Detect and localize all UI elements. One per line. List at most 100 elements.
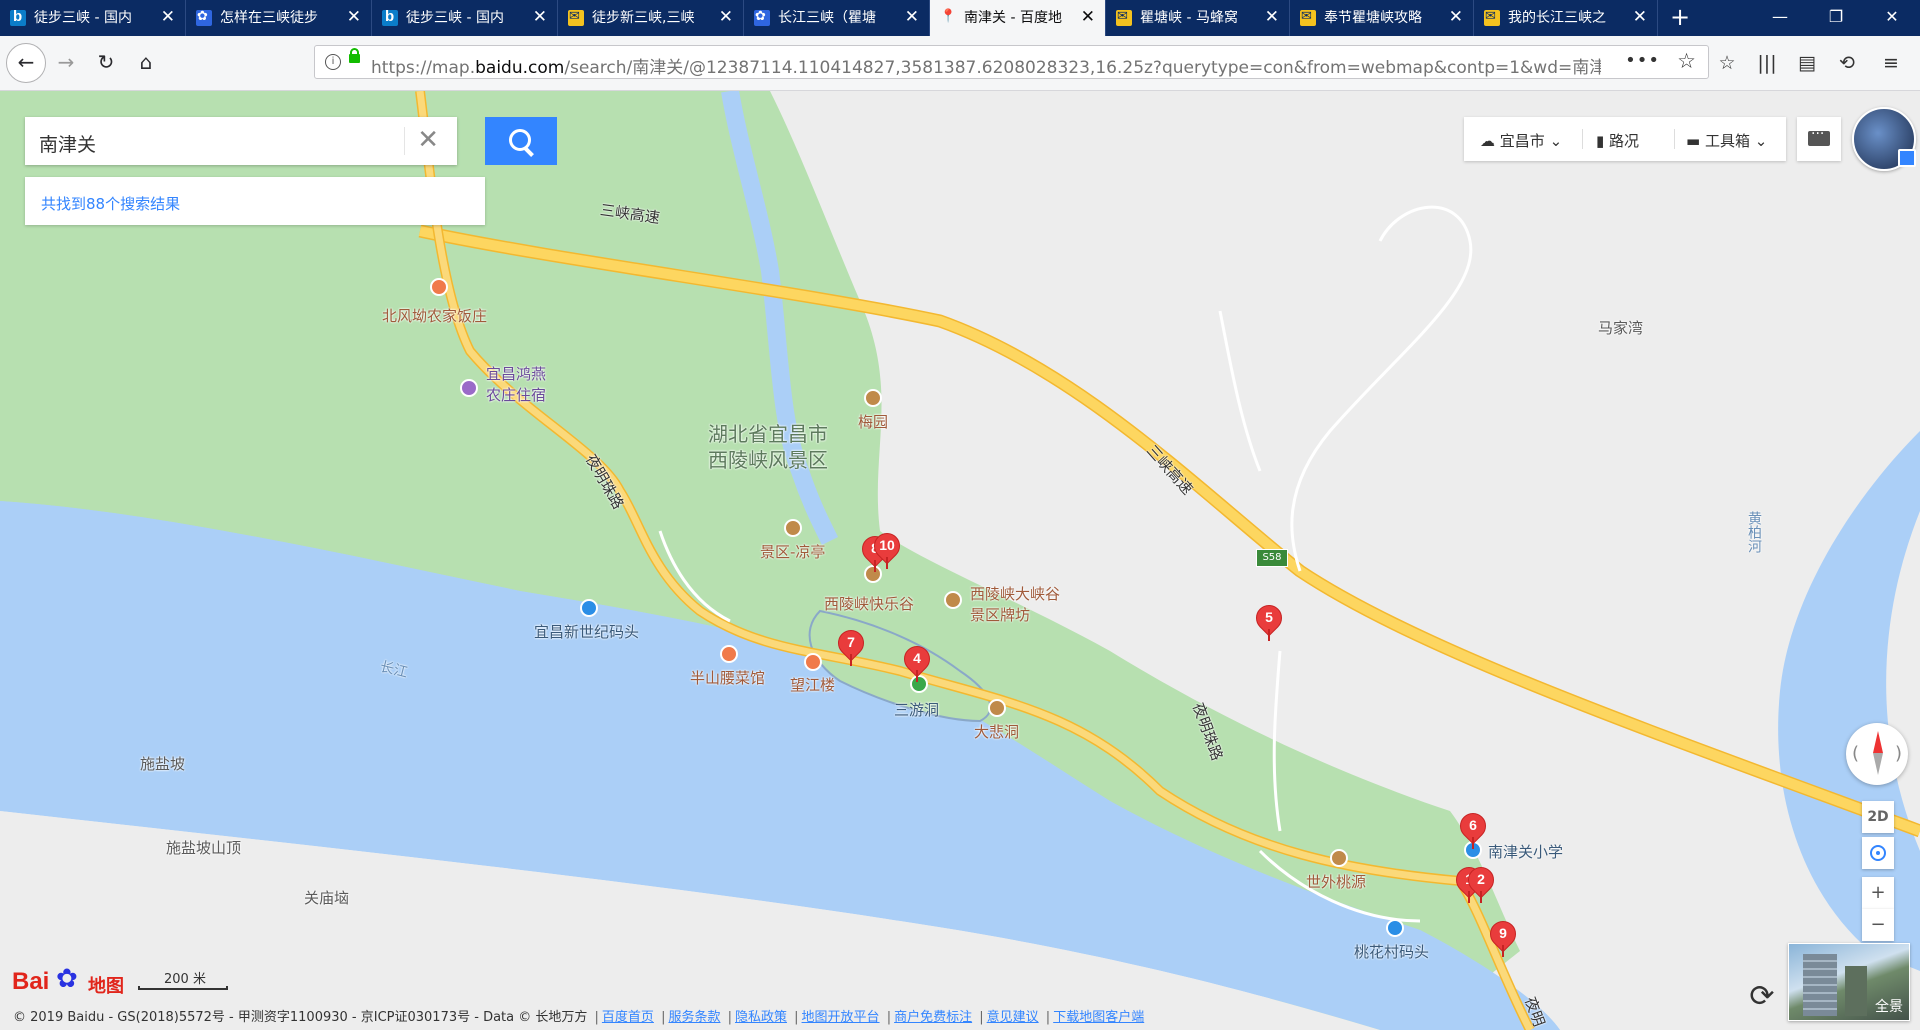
back-button[interactable]: ←	[6, 43, 46, 83]
footer-link-merchant[interactable]: 商户免费标注	[894, 1010, 972, 1025]
poi-label[interactable]: 三游洞	[894, 699, 939, 720]
close-tab-icon[interactable]: ✕	[161, 8, 175, 26]
rotate-left-icon[interactable]: (	[1852, 743, 1859, 764]
tab-5[interactable]: 长江三峡（瞿塘 ✕	[744, 0, 930, 36]
footer-link-privacy[interactable]: 隐私政策	[735, 1010, 787, 1025]
footer-link-feedback[interactable]: 意见建议	[987, 1010, 1039, 1025]
url-domain: baidu.com	[475, 58, 565, 78]
restaurant-icon[interactable]	[430, 278, 448, 296]
poi-label[interactable]: 西陵峡快乐谷	[824, 593, 914, 614]
search-query[interactable]: 南津关	[39, 130, 96, 157]
poi-label[interactable]: 景区-凉亭	[760, 541, 825, 562]
tab-8[interactable]: 奉节瞿塘峡攻略 ✕	[1290, 0, 1474, 36]
result-marker[interactable]: 4	[898, 640, 936, 682]
footer-link-open-platform[interactable]: 地图开放平台	[802, 1010, 880, 1025]
poi-label[interactable]: 世外桃源	[1306, 871, 1366, 892]
tab-3[interactable]: 徒步三峡 - 国内 ✕	[372, 0, 558, 36]
close-tab-icon[interactable]: ✕	[347, 8, 361, 26]
close-tab-icon[interactable]: ✕	[905, 8, 919, 26]
poi-label[interactable]: 大悲洞	[974, 721, 1019, 742]
scenic-spot-icon[interactable]	[1330, 849, 1348, 867]
search-button[interactable]	[485, 117, 557, 165]
new-tab-button[interactable]: +	[1662, 0, 1698, 36]
extension-icon[interactable]: ⟲	[1832, 48, 1862, 78]
rotate-right-icon[interactable]: )	[1895, 743, 1902, 764]
restaurant-icon[interactable]	[804, 653, 822, 671]
scenic-spot-icon[interactable]	[944, 591, 962, 609]
tab-2[interactable]: 怎样在三峡徒步 ✕	[186, 0, 372, 36]
close-tab-icon[interactable]: ✕	[1081, 8, 1095, 26]
poi-label[interactable]: 宜昌鸿燕 农庄住宿	[486, 363, 546, 405]
result-marker[interactable]: 5	[1250, 599, 1288, 641]
poi-label[interactable]: 望江楼	[790, 674, 835, 695]
restaurant-icon[interactable]	[720, 645, 738, 663]
message-button[interactable]	[1797, 117, 1841, 161]
poi-label[interactable]: 宜昌新世纪码头	[534, 621, 639, 642]
result-marker[interactable]: 9	[1484, 915, 1522, 957]
address-bar[interactable]: i https://map.baidu.com/search/南津关/@1238…	[314, 45, 1709, 79]
zoom-out-button[interactable]: −	[1862, 909, 1894, 941]
result-summary[interactable]: 共找到88个搜索结果	[25, 177, 485, 225]
footer-link-download[interactable]: 下载地图客户端	[1053, 1010, 1144, 1025]
close-tab-icon[interactable]: ✕	[1265, 8, 1279, 26]
refresh-icon[interactable]: ⟳	[1744, 979, 1780, 1015]
result-marker[interactable]: 6	[1454, 807, 1492, 849]
baidu-map-logo[interactable]: Bai ✿ 地图	[12, 964, 124, 998]
poi-label[interactable]: 半山腰菜馆	[690, 667, 765, 688]
close-tab-icon[interactable]: ✕	[1449, 8, 1463, 26]
poi-line: 西陵峡大峡谷	[970, 585, 1061, 603]
city-selector[interactable]: ☁ 宜昌市 ⌄	[1480, 130, 1562, 151]
scenic-spot-icon[interactable]	[784, 519, 802, 537]
home-button[interactable]: ⌂	[128, 44, 164, 80]
info-icon[interactable]: i	[325, 54, 341, 70]
avatar[interactable]	[1852, 107, 1916, 171]
tab-1[interactable]: 徒步三峡 - 国内 ✕	[0, 0, 186, 36]
url-text[interactable]: https://map.baidu.com/search/南津关/@123871…	[371, 53, 1601, 78]
result-count-text[interactable]: 共找到88个搜索结果	[41, 193, 180, 214]
poi-label[interactable]: 桃花村码头	[1354, 941, 1429, 962]
result-marker[interactable]: 10	[868, 527, 906, 569]
scenic-spot-icon[interactable]	[988, 699, 1006, 717]
2d-toggle-button[interactable]: 2D	[1862, 801, 1894, 833]
minimize-button[interactable]: —	[1752, 0, 1808, 36]
poi-label[interactable]: 北风坳农家饭庄	[382, 305, 487, 326]
poi-label[interactable]: 梅园	[858, 411, 888, 432]
close-tab-icon[interactable]: ✕	[719, 8, 733, 26]
footer-link-home[interactable]: 百度首页	[602, 1010, 654, 1025]
hotel-icon[interactable]	[460, 379, 478, 397]
tab-7[interactable]: 瞿塘峡 - 马蜂窝 ✕	[1106, 0, 1290, 36]
panorama-thumbnail[interactable]: 全景	[1788, 943, 1910, 1021]
scenic-spot-icon[interactable]	[864, 389, 882, 407]
traffic-toggle[interactable]: ▮ 路况	[1596, 130, 1639, 151]
clear-icon[interactable]: ✕	[417, 126, 439, 154]
sidebar-icon[interactable]: ▤	[1792, 48, 1822, 78]
lock-icon[interactable]	[349, 48, 360, 63]
map-canvas[interactable]: 三峡高速 三峡高速 夜明珠路 夜明珠路 夜明 湖北省宜昌市 西陵峡风景区 北风坳…	[0, 91, 1920, 1030]
reload-button[interactable]: ↻	[88, 44, 124, 80]
restore-button[interactable]: ❐	[1808, 0, 1864, 36]
tab-6-active[interactable]: 南津关 - 百度地 ✕	[930, 0, 1106, 36]
menu-icon[interactable]: ≡	[1876, 48, 1906, 78]
zoom-in-button[interactable]: +	[1862, 877, 1894, 909]
forward-button[interactable]: →	[48, 44, 84, 80]
search-input[interactable]: 南津关 ✕	[25, 117, 457, 165]
page-actions-icon[interactable]: •••	[1625, 50, 1660, 71]
close-tab-icon[interactable]: ✕	[533, 8, 547, 26]
result-marker[interactable]: 7	[832, 624, 870, 666]
close-window-button[interactable]: ✕	[1864, 0, 1920, 36]
result-marker[interactable]: 2	[1462, 861, 1500, 903]
close-tab-icon[interactable]: ✕	[1633, 8, 1647, 26]
footer-link-terms[interactable]: 服务条款	[668, 1010, 720, 1025]
bookmark-star-icon[interactable]: ☆	[1677, 49, 1696, 73]
compass-control[interactable]: ( )	[1846, 723, 1908, 785]
library-icon[interactable]: |||	[1752, 48, 1782, 78]
port-icon[interactable]	[580, 599, 598, 617]
tab-9[interactable]: 我的长江三峡之 ✕	[1474, 0, 1658, 36]
tab-4[interactable]: 徒步新三峡,三峡 ✕	[558, 0, 744, 36]
toolbox-menu[interactable]: ▬ 工具箱 ⌄	[1686, 130, 1767, 151]
locate-button[interactable]	[1862, 837, 1894, 869]
port-icon[interactable]	[1386, 919, 1404, 937]
poi-label[interactable]: 西陵峡大峡谷 景区牌坊	[970, 583, 1060, 625]
reading-list-icon[interactable]: ☆	[1712, 48, 1742, 78]
poi-label[interactable]: 南津关小学	[1488, 841, 1563, 862]
